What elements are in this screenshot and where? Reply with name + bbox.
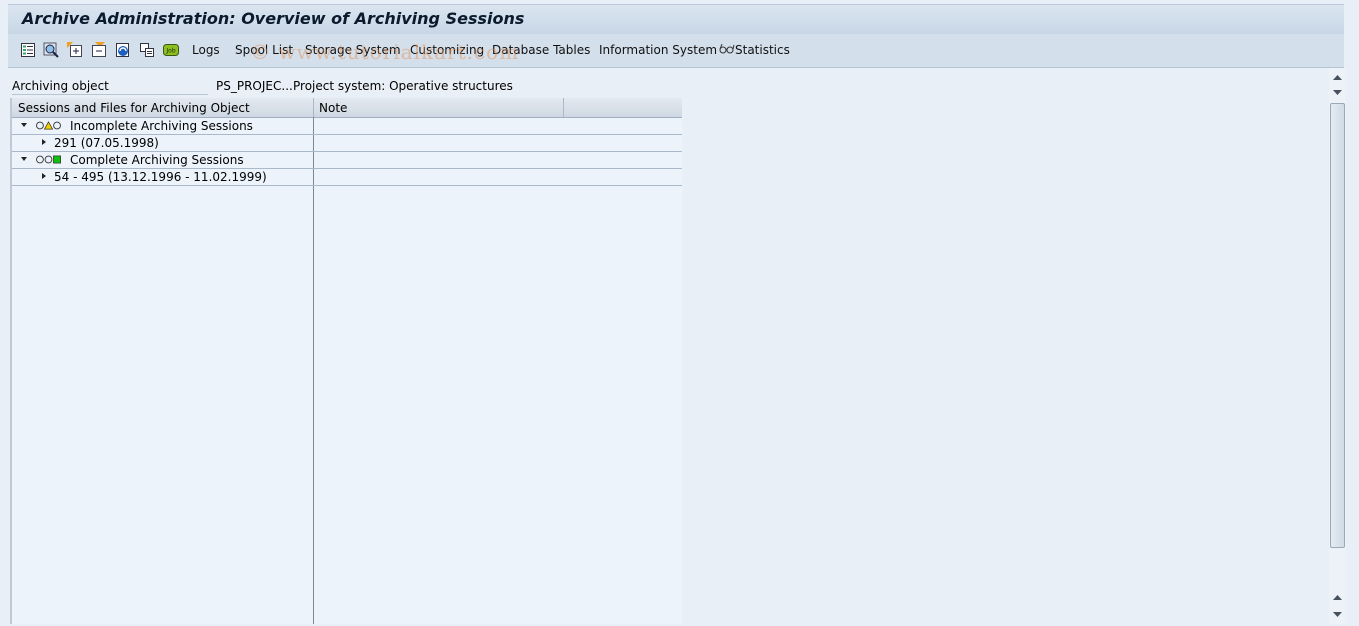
column-header-note[interactable]: Note <box>319 101 347 115</box>
statistics-button[interactable]: Statistics <box>719 43 790 57</box>
title-bar: Archive Administration: Overview of Arch… <box>8 4 1344 35</box>
scroll-down-icon[interactable] <box>1330 85 1345 100</box>
column-header-sessions[interactable]: Sessions and Files for Archiving Object <box>18 101 250 115</box>
scroll-page-up-icon[interactable] <box>1330 590 1345 605</box>
node-label: Incomplete Archiving Sessions <box>70 119 253 133</box>
expand-subtree-icon[interactable] <box>67 42 83 58</box>
sessions-tree: Sessions and Files for Archiving Object … <box>10 98 682 624</box>
details-icon[interactable] <box>20 42 36 58</box>
archiving-object-label: Archiving object <box>12 79 208 95</box>
expand-toggle-icon[interactable] <box>42 139 46 145</box>
tree-node-complete[interactable]: Complete Archiving Sessions <box>12 152 682 169</box>
information-system-button[interactable]: Information System <box>599 43 717 57</box>
traffic-light-green-icon <box>36 155 62 164</box>
archiving-object-description: Project system: Operative structures <box>293 79 513 93</box>
database-tables-button[interactable]: Database Tables <box>492 43 590 57</box>
application-toolbar: Job Logs Spool List Storage System Custo… <box>8 34 1344 68</box>
scroll-thumb[interactable] <box>1330 103 1345 548</box>
column-divider <box>313 117 314 624</box>
expand-toggle-icon[interactable] <box>42 173 46 179</box>
node-label: 54 - 495 (13.12.1996 - 11.02.1999) <box>54 170 267 184</box>
find-icon[interactable] <box>43 42 59 58</box>
copy-icon[interactable] <box>139 42 155 58</box>
spool-list-button[interactable]: Spool List <box>235 43 293 57</box>
tree-leaf-session[interactable]: 54 - 495 (13.12.1996 - 11.02.1999) <box>12 169 682 186</box>
node-label: 291 (07.05.1998) <box>54 136 159 150</box>
tree-leaf-session[interactable]: 291 (07.05.1998) <box>12 135 682 152</box>
column-separator[interactable] <box>313 98 314 117</box>
node-label: Complete Archiving Sessions <box>70 153 244 167</box>
expand-toggle-icon[interactable] <box>21 123 27 127</box>
collapse-subtree-icon[interactable] <box>91 42 107 58</box>
archiving-object-value[interactable]: PS_PROJEC... <box>216 79 293 93</box>
scroll-up-icon[interactable] <box>1330 70 1345 85</box>
column-separator[interactable] <box>563 98 564 117</box>
logs-button[interactable]: Logs <box>192 43 220 57</box>
vertical-scrollbar[interactable] <box>1329 68 1346 624</box>
scroll-page-down-icon[interactable] <box>1330 607 1345 622</box>
job-icon[interactable]: Job <box>163 42 179 58</box>
refresh-icon[interactable] <box>115 42 131 58</box>
glasses-icon <box>719 43 735 54</box>
statistics-label: Statistics <box>735 43 790 57</box>
tree-node-incomplete[interactable]: Incomplete Archiving Sessions <box>12 118 682 135</box>
traffic-light-yellow-icon <box>36 121 61 130</box>
page-title: Archive Administration: Overview of Arch… <box>22 9 525 28</box>
storage-system-button[interactable]: Storage System <box>305 43 401 57</box>
svg-text:Job: Job <box>165 48 175 55</box>
customizing-button[interactable]: Customizing <box>410 43 484 57</box>
tree-header: Sessions and Files for Archiving Object … <box>12 98 682 118</box>
expand-toggle-icon[interactable] <box>21 157 27 161</box>
